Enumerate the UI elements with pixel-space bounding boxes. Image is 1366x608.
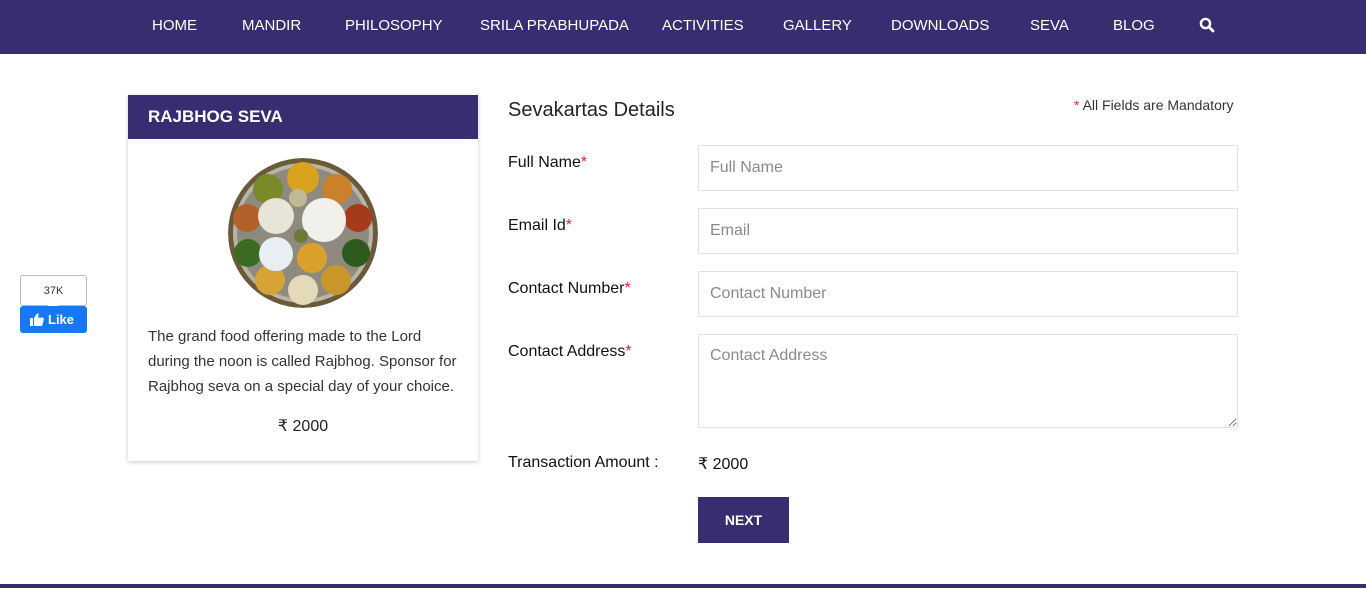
nav-mandir[interactable]: MANDIR — [242, 17, 301, 34]
contact-number-label-text: Contact Number — [508, 280, 625, 297]
nav-downloads[interactable]: DOWNLOADS — [891, 17, 989, 34]
contact-number-label: Contact Number* — [508, 280, 631, 298]
required-mark: * — [625, 343, 632, 360]
facebook-like-button[interactable]: Like — [20, 306, 87, 333]
required-mark: * — [624, 280, 631, 297]
like-count: 37K — [20, 275, 87, 306]
search-icon[interactable] — [1199, 17, 1215, 33]
nav-seva[interactable]: SEVA — [1030, 17, 1069, 34]
transaction-amount-value: ₹ 2000 — [698, 456, 749, 473]
full-name-input[interactable] — [698, 145, 1238, 191]
contact-address-label: Contact Address* — [508, 343, 632, 361]
facebook-like-widget: 37K Like — [20, 275, 87, 333]
required-mark: * — [565, 217, 573, 234]
email-input[interactable] — [698, 208, 1238, 254]
footer-divider — [0, 584, 1366, 588]
seva-card-title: RAJBHOG SEVA — [148, 107, 283, 126]
mandatory-text: All Fields are Mandatory — [1079, 97, 1234, 113]
nav-gallery[interactable]: GALLERY — [783, 17, 852, 34]
full-name-label: Full Name* — [508, 154, 587, 172]
required-mark: * — [580, 154, 588, 171]
mandatory-note: * All Fields are Mandatory — [1074, 97, 1234, 113]
seva-card: RAJBHOG SEVA The grand food offering mad… — [128, 95, 478, 461]
nav-srila-prabhupada[interactable]: SRILA PRABHUPADA — [480, 17, 629, 34]
seva-price: ₹ 2000 — [277, 418, 329, 435]
full-name-label-text: Full Name — [508, 154, 581, 171]
nav-home[interactable]: HOME — [152, 17, 197, 34]
nav-activities[interactable]: ACTIVITIES — [662, 17, 744, 34]
seva-description: The grand food offering made to the Lord… — [148, 328, 457, 395]
nav-philosophy[interactable]: PHILOSOPHY — [345, 17, 443, 34]
top-navbar: HOME MANDIR PHILOSOPHY SRILA PRABHUPADA … — [0, 0, 1366, 54]
contact-address-textarea[interactable] — [698, 334, 1238, 428]
like-label: Like — [48, 312, 75, 327]
contact-address-label-text: Contact Address — [508, 343, 626, 360]
transaction-amount-label: Transaction Amount : — [508, 454, 659, 471]
rajbhog-thali-image — [228, 158, 378, 308]
next-button[interactable]: NEXT — [698, 497, 789, 543]
seva-card-header: RAJBHOG SEVA — [128, 95, 478, 139]
thumbs-up-icon — [30, 313, 44, 326]
nav-blog[interactable]: BLOG — [1113, 17, 1155, 34]
email-label-text: Email Id — [508, 217, 566, 234]
email-label: Email Id* — [508, 217, 572, 235]
form-title: Sevakartas Details — [508, 99, 675, 121]
contact-number-input[interactable] — [698, 271, 1238, 317]
